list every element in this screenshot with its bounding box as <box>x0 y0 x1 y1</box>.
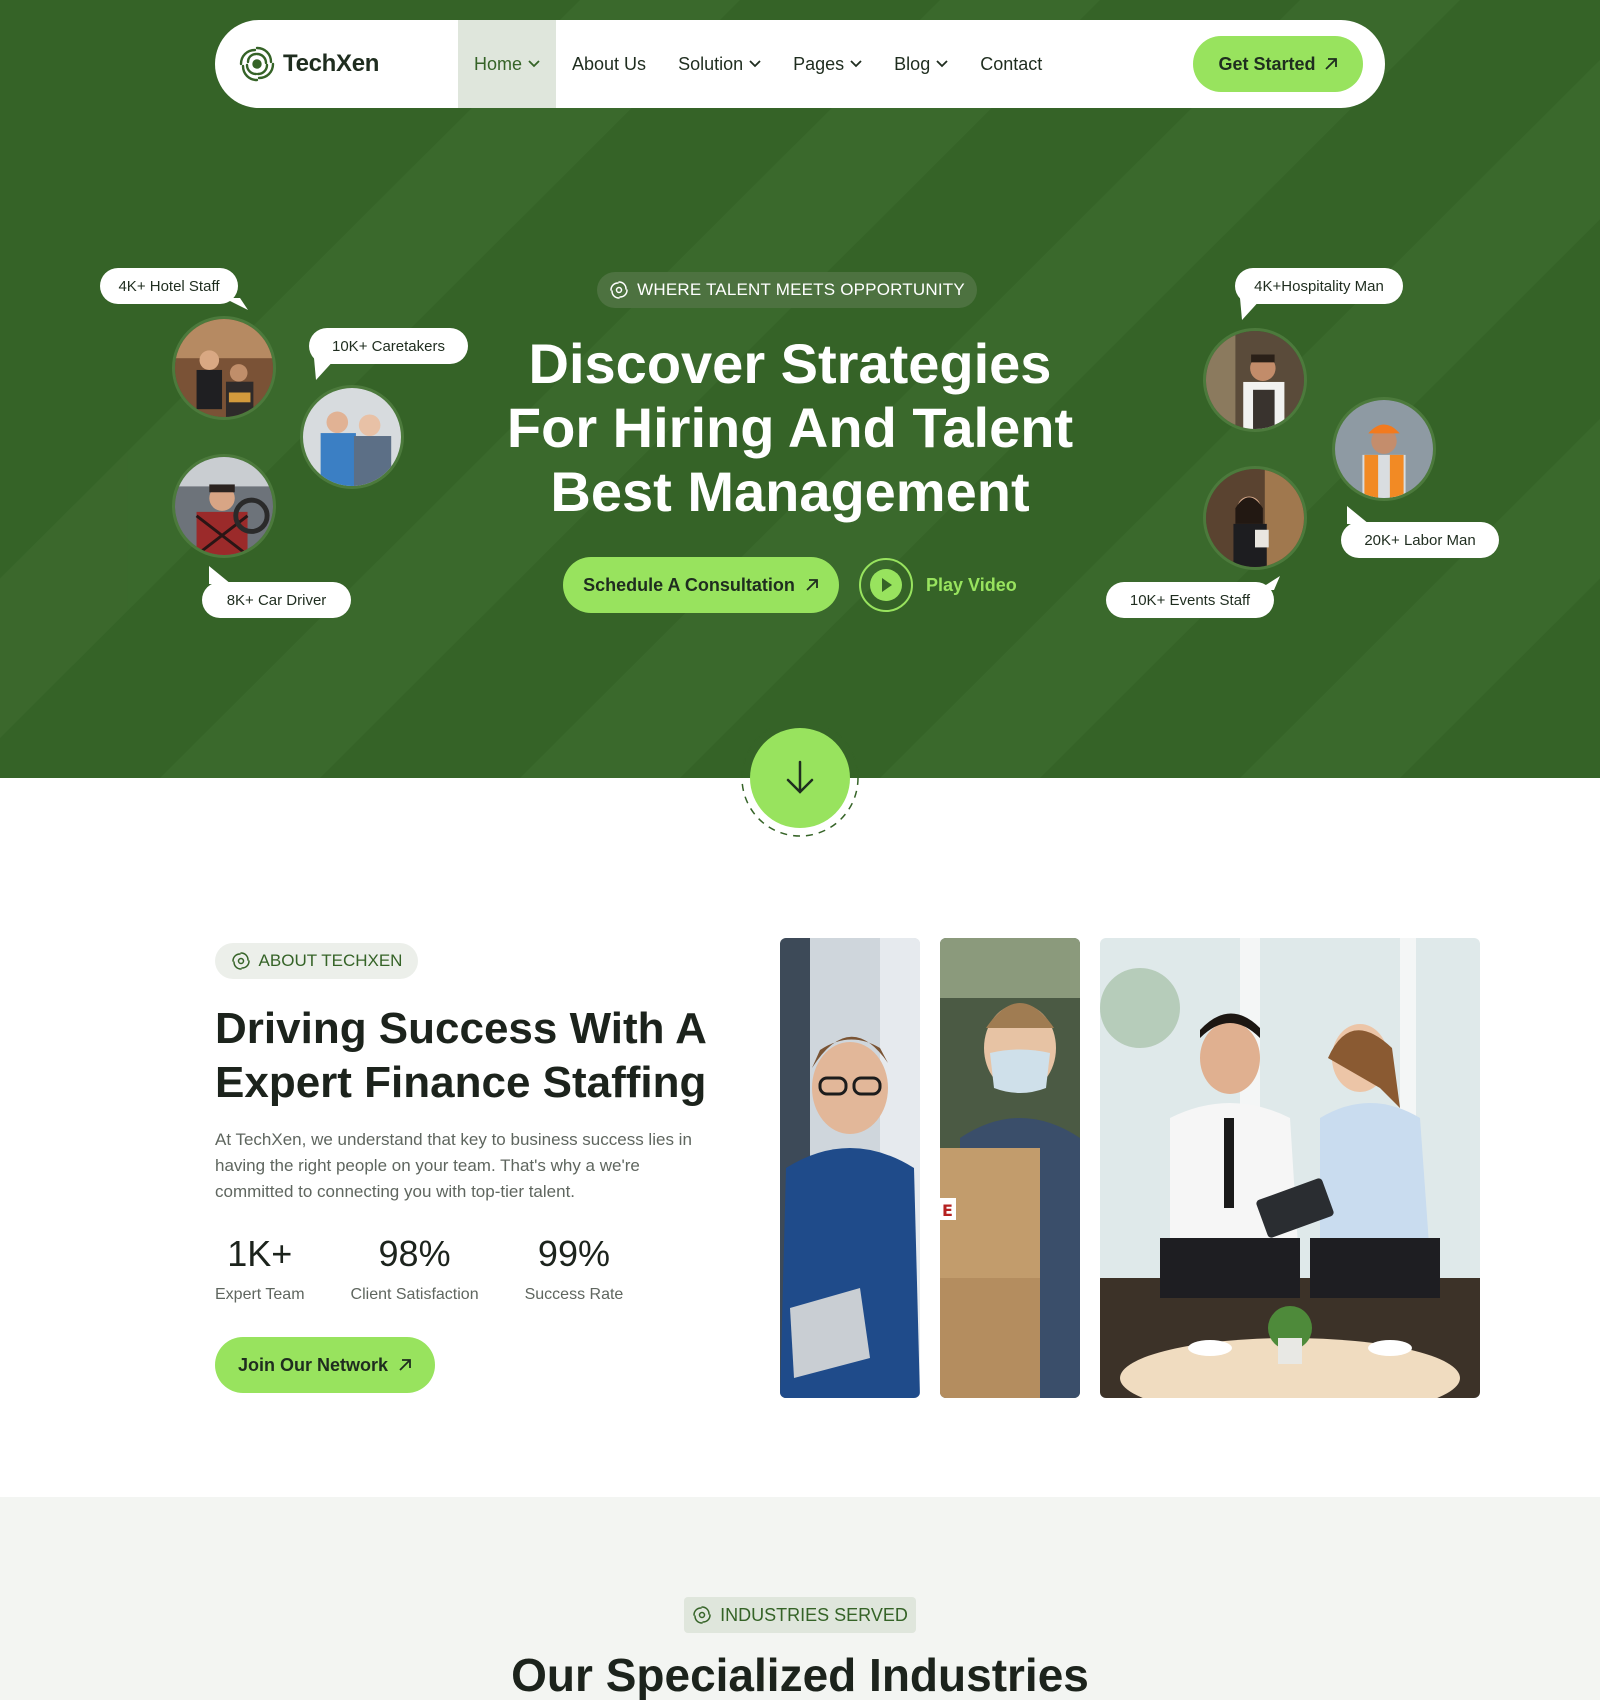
nav-item-about-us[interactable]: About Us <box>556 20 662 108</box>
hero-title-line: Discover Strategies <box>528 332 1052 395</box>
nav-item-solution[interactable]: Solution <box>662 20 777 108</box>
hospitality-avatar <box>1203 328 1307 432</box>
chevron-down-icon <box>749 60 761 68</box>
arrow-down-icon <box>741 719 859 837</box>
stat-item: 99% Success Rate <box>525 1232 624 1304</box>
chevron-down-icon <box>850 60 862 68</box>
labor-avatar <box>1332 397 1436 501</box>
bubble-label: 4K+Hospitality Man <box>1254 277 1384 295</box>
hero-tagline-text: WHERE TALENT MEETS OPPORTUNITY <box>637 280 965 299</box>
bubble-tail <box>1347 506 1369 524</box>
bubble-tail <box>314 358 336 380</box>
chevron-down-icon <box>528 60 540 68</box>
bubble-label: 10K+ Events Staff <box>1129 591 1251 609</box>
car-driver-avatar <box>172 454 276 558</box>
labor-bubble: 20K+ Labor Man <box>1341 522 1499 558</box>
play-icon <box>859 558 913 612</box>
nav-item-label: Blog <box>894 53 931 74</box>
logo-text: TechXen <box>283 50 380 77</box>
logo-mark-icon <box>693 1606 711 1624</box>
about-title-line: Expert Finance Staffing <box>215 1058 707 1107</box>
stat-label: Success Rate <box>524 1286 624 1303</box>
delivery-worker-photo: E <box>940 938 1080 1398</box>
stat-value: 1K+ <box>227 1233 293 1274</box>
bubble-label: 20K+ Labor Man <box>1364 531 1476 549</box>
nav-item-label: Contact <box>980 53 1043 74</box>
stat-value: 98% <box>378 1233 451 1274</box>
nav-item-label: Home <box>474 53 523 74</box>
logo-mark-icon <box>231 952 250 970</box>
nav-item-label: About Us <box>572 53 647 74</box>
hotel-staff-bubble: 4K+ Hotel Staff <box>100 268 238 304</box>
get-started-label: Get Started <box>1218 53 1316 74</box>
industries-badge-text: INDUSTRIES SERVED <box>720 1604 908 1625</box>
play-video-label: Play Video <box>926 574 1017 595</box>
logo-icon <box>239 46 275 82</box>
caretakers-avatar <box>300 385 404 489</box>
chevron-down-icon <box>936 60 948 68</box>
hero-section: TechXen Home About Us Solution Pages Blo… <box>0 0 1600 778</box>
about-badge: ABOUT TECHXEN <box>215 943 418 979</box>
nav-menu: Home About Us Solution Pages Blog Contac… <box>458 20 1058 108</box>
car-driver-bubble: 8K+ Car Driver <box>202 582 351 618</box>
hotel-staff-avatar <box>172 316 276 420</box>
stat-value: 99% <box>537 1233 610 1274</box>
about-title-line: Driving Success With A <box>215 1004 707 1053</box>
bubble-tail <box>209 566 231 584</box>
nav-item-label: Pages <box>793 53 845 74</box>
logo-mark-icon <box>610 281 628 299</box>
join-network-button[interactable]: Join Our Network <box>215 1337 435 1393</box>
nav-item-blog[interactable]: Blog <box>878 20 964 108</box>
main-navbar: TechXen Home About Us Solution Pages Blo… <box>215 20 1385 108</box>
bubble-label: 10K+ Caretakers <box>332 337 445 355</box>
stat-label: Client Satisfaction <box>350 1286 479 1303</box>
about-badge-text: ABOUT TECHXEN <box>258 951 403 970</box>
bubble-tail <box>1240 298 1262 320</box>
logo[interactable]: TechXen <box>237 42 379 86</box>
about-stats: 1K+ Expert Team 98% Client Satisfaction … <box>215 1232 669 1304</box>
nav-item-label: Solution <box>678 53 744 74</box>
hero-tagline-badge: WHERE TALENT MEETS OPPORTUNITY <box>597 272 977 308</box>
industries-title: Our Specialized Industries <box>511 1649 1089 1700</box>
schedule-consultation-button[interactable]: Schedule A Consultation <box>563 557 839 613</box>
stat-label: Expert Team <box>215 1286 305 1303</box>
events-staff-bubble: 10K+ Events Staff <box>1106 582 1274 618</box>
stat-item: 1K+ Expert Team <box>215 1232 305 1304</box>
scroll-down-button[interactable] <box>740 719 860 848</box>
svg-text:E: E <box>942 1201 953 1220</box>
business-meeting-photo <box>1100 938 1480 1398</box>
hero-title-line: Best Management <box>550 460 1030 523</box>
schedule-consultation-label: Schedule A Consultation <box>583 574 795 595</box>
hero-title-line: For Hiring And Talent <box>506 396 1074 459</box>
nav-item-contact[interactable]: Contact <box>964 20 1058 108</box>
hero-title: Discover Strategies For Hiring And Talen… <box>460 332 1120 524</box>
get-started-button[interactable]: Get Started <box>1193 36 1363 92</box>
stat-item: 98% Client Satisfaction <box>351 1232 479 1304</box>
bubble-tail <box>1258 576 1280 590</box>
bubble-label: 4K+ Hotel Staff <box>118 277 220 295</box>
industries-badge: INDUSTRIES SERVED <box>684 1597 916 1633</box>
nav-item-pages[interactable]: Pages <box>777 20 878 108</box>
arrow-up-right-icon <box>1324 58 1337 70</box>
bubble-tail <box>224 298 248 310</box>
events-staff-avatar <box>1203 466 1307 570</box>
about-description: At TechXen, we understand that key to bu… <box>215 1130 692 1201</box>
bubble-label: 8K+ Car Driver <box>226 591 327 609</box>
join-network-label: Join Our Network <box>237 1354 389 1375</box>
about-title: Driving Success With A Expert Finance St… <box>215 1002 715 1110</box>
arrow-up-right-icon <box>399 1359 411 1371</box>
office-worker-photo <box>780 938 920 1398</box>
nav-item-home[interactable]: Home <box>458 20 557 108</box>
play-video-button[interactable]: Play Video <box>858 557 1017 613</box>
arrow-up-right-icon <box>806 579 818 591</box>
